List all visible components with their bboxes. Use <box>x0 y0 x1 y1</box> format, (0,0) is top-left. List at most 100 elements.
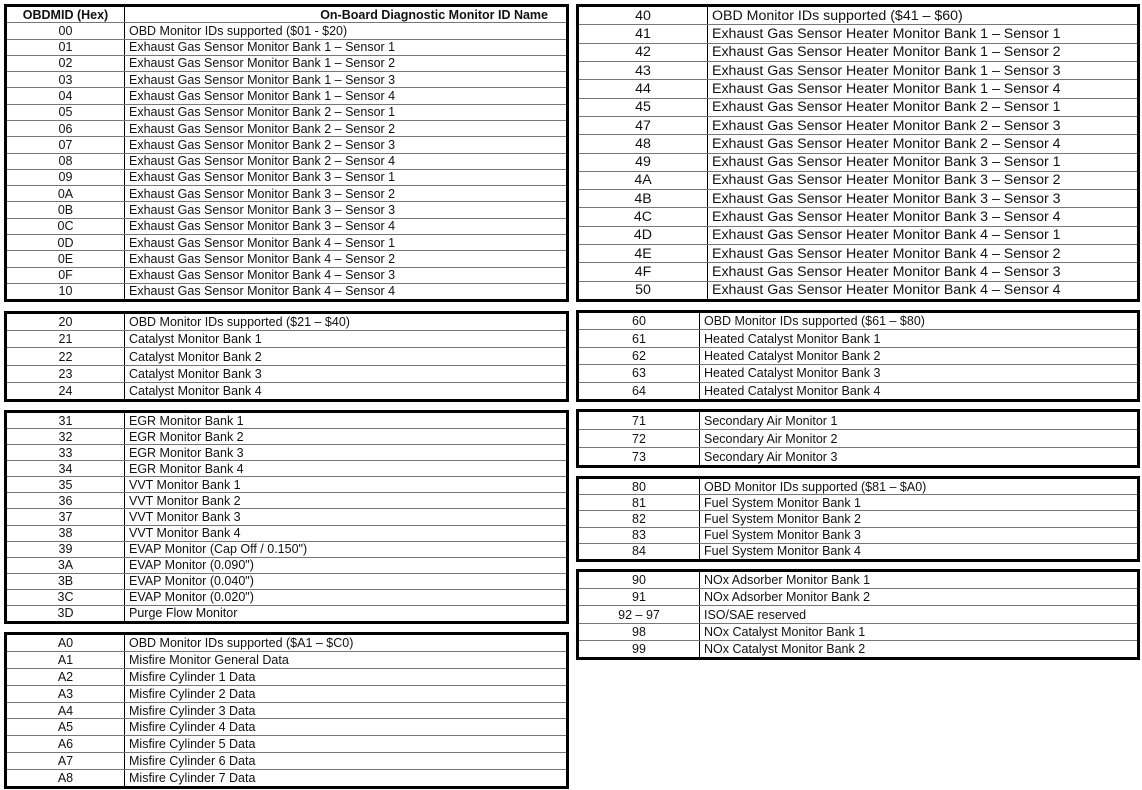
monitor-name-cell: Exhaust Gas Sensor Monitor Bank 3 – Sens… <box>129 186 396 201</box>
obdmid-cell: 02 <box>7 55 125 72</box>
monitor-name-cell: NOx Adsorber Monitor Bank 2 <box>704 590 871 605</box>
obdmid-cell: 37 <box>7 509 125 525</box>
obdmid-cell: 44 <box>579 80 708 98</box>
obdmid-cell: 38 <box>7 525 125 541</box>
table-row: 3D Purge Flow Monitor <box>7 605 566 622</box>
monitor-name-cell: OBD Monitor IDs supported ($61 – $80) <box>704 314 925 329</box>
monitor-name-cell: Misfire Cylinder 5 Data <box>129 737 256 752</box>
table-row: 90 NOx Adsorber Monitor Bank 1 <box>579 572 1137 590</box>
table-row: 0C Exhaust Gas Sensor Monitor Bank 3 – Se… <box>7 218 566 235</box>
table-row: 60 OBD Monitor IDs supported ($61 – $80) <box>579 313 1137 331</box>
table-row: 36 VVT Monitor Bank 2 <box>7 493 566 510</box>
monitor-name-cell: Exhaust Gas Sensor Heater Monitor Bank 1… <box>712 80 1061 97</box>
monitor-name-cell: Exhaust Gas Sensor Heater Monitor Bank 4… <box>712 227 1061 244</box>
monitor-name-cell: OBD Monitor IDs supported ($41 – $60) <box>712 7 963 24</box>
monitor-name-cell: Exhaust Gas Sensor Monitor Bank 1 – Sens… <box>129 40 396 55</box>
obdmid-cell: 98 <box>579 623 700 640</box>
obdmid-cell: 0F <box>7 267 125 283</box>
obdmid-cell: 40 <box>579 7 708 25</box>
obdmid-cell: 90 <box>579 572 700 589</box>
monitor-name-cell: Catalyst Monitor Bank 4 <box>129 383 262 398</box>
monitor-name-cell: Heated Catalyst Monitor Bank 1 <box>704 331 881 346</box>
table-row: A7 Misfire Cylinder 6 Data <box>7 753 566 771</box>
monitor-name-cell: On-Board Diagnostic Monitor ID Name <box>320 7 548 22</box>
monitor-name-cell: NOx Catalyst Monitor Bank 1 <box>704 624 866 639</box>
monitor-name-cell: EGR Monitor Bank 4 <box>129 461 244 476</box>
obdmid-cell: 48 <box>579 135 708 153</box>
obdmid-cell: 20 <box>7 314 125 331</box>
table-row: 4D Exhaust Gas Sensor Heater Monitor Bank… <box>579 226 1137 246</box>
table-row: 80 OBD Monitor IDs supported ($81 – $A0) <box>579 479 1137 496</box>
obdmid-cell: A8 <box>7 770 125 787</box>
table-row: 23 Catalyst Monitor Bank 3 <box>7 365 566 383</box>
obdmid-table-1: OBDMID (Hex) On-Board Diagnostic Monitor … <box>4 4 569 302</box>
obdmid-cell: 4D <box>579 226 708 245</box>
monitor-name-cell: EGR Monitor Bank 1 <box>129 413 244 428</box>
table-row: 09 Exhaust Gas Sensor Monitor Bank 3 – Se… <box>7 169 566 187</box>
obdmid-cell: 84 <box>579 543 700 560</box>
table-row: A1 Misfire Monitor General Data <box>7 651 566 669</box>
table-row: A5 Misfire Cylinder 4 Data <box>7 719 566 737</box>
monitor-name-cell: Exhaust Gas Sensor Heater Monitor Bank 1… <box>712 62 1061 79</box>
table-row: A6 Misfire Cylinder 5 Data <box>7 736 566 754</box>
monitor-name-cell: Exhaust Gas Sensor Heater Monitor Bank 3… <box>712 209 1061 226</box>
obdmid-cell: 0A <box>7 186 125 202</box>
monitor-name-cell: Misfire Cylinder 3 Data <box>129 703 256 718</box>
table-row: 4E Exhaust Gas Sensor Heater Monitor Bank… <box>579 245 1137 264</box>
table-row: 3C EVAP Monitor (0.020") <box>7 589 566 606</box>
monitor-name-cell: Exhaust Gas Sensor Heater Monitor Bank 3… <box>712 154 1061 171</box>
obdmid-cell: 05 <box>7 104 125 120</box>
monitor-name-cell: Exhaust Gas Sensor Heater Monitor Bank 4… <box>712 264 1061 281</box>
obdmid-cell: A1 <box>7 651 125 668</box>
obdmid-cell: 3A <box>7 557 125 573</box>
obdmid-cell: A7 <box>7 753 125 770</box>
monitor-name-cell: EVAP Monitor (Cap Off / 0.150") <box>129 542 308 557</box>
monitor-name-cell: Heated Catalyst Monitor Bank 2 <box>704 349 881 364</box>
obdmid-cell: 33 <box>7 445 125 461</box>
table-row: 43 Exhaust Gas Sensor Heater Monitor Bank… <box>579 61 1137 81</box>
obdmid-cell: 06 <box>7 120 125 137</box>
obdmid-cell: 64 <box>579 382 700 400</box>
obdmid-cell: 08 <box>7 153 125 169</box>
obdmid-cell: 22 <box>7 348 125 365</box>
table-row: 10 Exhaust Gas Sensor Monitor Bank 4 – Se… <box>7 283 566 300</box>
monitor-name-cell: EVAP Monitor (0.020") <box>129 590 254 605</box>
monitor-name-cell: Exhaust Gas Sensor Heater Monitor Bank 2… <box>712 117 1061 134</box>
obdmid-table-6: 60 OBD Monitor IDs supported ($61 – $80) 6… <box>576 310 1140 402</box>
monitor-name-cell: Exhaust Gas Sensor Heater Monitor Bank 2… <box>712 135 1061 152</box>
table-row: 07 Exhaust Gas Sensor Monitor Bank 2 – Se… <box>7 137 566 154</box>
monitor-name-cell: EVAP Monitor (0.040") <box>129 574 254 589</box>
obdmid-cell: 71 <box>579 412 700 429</box>
table-row: 01 Exhaust Gas Sensor Monitor Bank 1 – Se… <box>7 39 566 56</box>
monitor-name-cell: Exhaust Gas Sensor Monitor Bank 1 – Sens… <box>129 72 396 87</box>
table-row: 44 Exhaust Gas Sensor Heater Monitor Bank… <box>579 80 1137 99</box>
table-row: 22 Catalyst Monitor Bank 2 <box>7 348 566 366</box>
obdmid-table-7: 71 Secondary Air Monitor 1 72 Secondary Air… <box>576 409 1140 468</box>
table-row: A4 Misfire Cylinder 3 Data <box>7 702 566 720</box>
obdmid-cell: 49 <box>579 153 708 171</box>
obdmid-cell: 81 <box>579 495 700 511</box>
monitor-name-cell: NOx Adsorber Monitor Bank 1 <box>704 573 871 588</box>
obdmid-cell: 60 <box>579 313 700 330</box>
table-row: 34 EGR Monitor Bank 4 <box>7 461 566 478</box>
obdmid-cell: OBDMID (Hex) <box>7 7 125 23</box>
monitor-name-cell: Fuel System Monitor Bank 2 <box>704 512 862 526</box>
monitor-name-cell: Misfire Cylinder 7 Data <box>129 771 256 786</box>
obdmid-cell: A3 <box>7 685 125 702</box>
monitor-name-cell: Exhaust Gas Sensor Monitor Bank 2 – Sens… <box>129 154 396 169</box>
monitor-name-cell: Exhaust Gas Sensor Monitor Bank 2 – Sens… <box>129 137 396 152</box>
obdmid-cell: 63 <box>579 365 700 382</box>
obdmid-cell: 47 <box>579 116 708 135</box>
table-row: 71 Secondary Air Monitor 1 <box>579 412 1137 430</box>
obdmid-cell: 32 <box>7 429 125 445</box>
table-row: 3A EVAP Monitor (0.090") <box>7 557 566 574</box>
obdmid-cell: A6 <box>7 736 125 753</box>
monitor-name-cell: Catalyst Monitor Bank 1 <box>129 332 262 347</box>
obdmid-cell: A5 <box>7 719 125 736</box>
table-row: 72 Secondary Air Monitor 2 <box>579 430 1137 448</box>
monitor-name-cell: Catalyst Monitor Bank 3 <box>129 366 262 381</box>
monitor-name-cell: Secondary Air Monitor 3 <box>704 449 838 464</box>
obdmid-cell: 4F <box>579 263 708 281</box>
obdmid-cell: 09 <box>7 169 125 186</box>
monitor-name-cell: Exhaust Gas Sensor Monitor Bank 2 – Sens… <box>129 105 396 120</box>
